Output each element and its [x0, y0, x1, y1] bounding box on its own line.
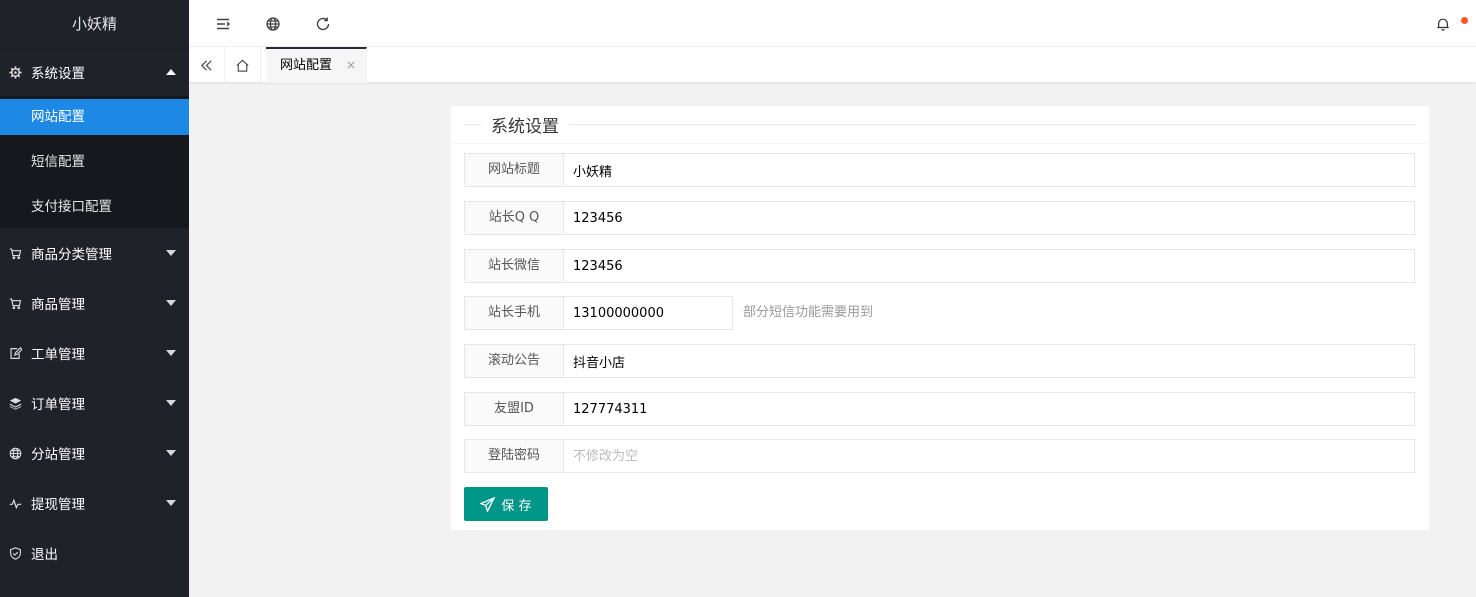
- tabs-left-icon[interactable]: [189, 47, 225, 83]
- sidebar-item-label: 商品管理: [31, 297, 85, 313]
- pulse-icon: [8, 496, 22, 510]
- fieldset-title: 系统设置: [481, 112, 569, 137]
- sidebar-subitem-site-config[interactable]: 网站配置: [0, 99, 189, 135]
- cart-icon: [8, 246, 22, 260]
- form-row-phone: 站长手机 部分短信功能需要用到: [464, 296, 873, 330]
- field-label: 登陆密码: [464, 439, 563, 473]
- umeng-id-input[interactable]: [563, 392, 1415, 426]
- sidebar-item-label: 工单管理: [31, 347, 85, 363]
- chevron-up-icon: [166, 69, 176, 75]
- field-label: 站长微信: [464, 249, 563, 283]
- shield-icon: [8, 546, 22, 560]
- save-button[interactable]: 保 存: [464, 487, 548, 521]
- sidebar-item-logout[interactable]: 退出: [0, 528, 189, 578]
- settings-card: 系统设置 网站标题 站长Q Q 站长微信 站长手机 部分短信功能需要用到 滚动公…: [451, 106, 1429, 530]
- chevron-down-icon: [166, 400, 176, 406]
- password-input[interactable]: [563, 439, 1415, 473]
- tabs-bar: 网站配置 ×: [189, 47, 1476, 83]
- bell-icon[interactable]: [1436, 17, 1450, 31]
- chevron-down-icon: [166, 450, 176, 456]
- send-icon: [480, 496, 496, 512]
- chevron-down-icon: [166, 500, 176, 506]
- top-header: [189, 0, 1476, 47]
- sidebar-subitem-payment-config[interactable]: 支付接口配置: [0, 189, 189, 228]
- phone-hint: 部分短信功能需要用到: [743, 305, 874, 320]
- sidebar: 小妖精 系统设置 网站配置 短信配置 支付接口配置 商品分类管理 商品管理 工单…: [0, 0, 189, 597]
- form-row-qq: 站长Q Q: [464, 201, 1415, 235]
- qq-input[interactable]: [563, 201, 1415, 235]
- sidebar-item-withdraw-management[interactable]: 提现管理: [0, 478, 189, 528]
- globe-icon[interactable]: [265, 16, 281, 32]
- form-row-site-title: 网站标题: [464, 153, 1415, 187]
- field-label: 网站标题: [464, 153, 563, 187]
- close-icon[interactable]: ×: [346, 49, 356, 82]
- fieldset-line: [464, 124, 1416, 125]
- sidebar-item-label: 系统设置: [31, 66, 85, 82]
- gear-icon: [8, 65, 22, 79]
- wechat-input[interactable]: [563, 249, 1415, 283]
- globe-icon: [8, 446, 22, 460]
- chevron-down-icon: [166, 350, 176, 356]
- sidebar-item-label: 订单管理: [31, 397, 85, 413]
- notice-input[interactable]: [563, 344, 1415, 378]
- refresh-icon[interactable]: [315, 16, 331, 32]
- phone-input[interactable]: [563, 296, 733, 330]
- form-row-wechat: 站长微信: [464, 249, 1415, 283]
- sidebar-subnav: 网站配置 短信配置 支付接口配置: [0, 96, 189, 228]
- sidebar-item-label: 分站管理: [31, 447, 85, 463]
- divider: [451, 143, 1429, 144]
- tab-label: 网站配置: [280, 58, 333, 73]
- chevron-down-icon: [166, 300, 176, 306]
- edit-icon: [8, 346, 22, 360]
- notification-dot: [1461, 17, 1468, 24]
- form-row-umeng-id: 友盟ID: [464, 392, 1415, 426]
- field-label: 站长Q Q: [464, 201, 563, 235]
- sidebar-item-label: 退出: [31, 547, 58, 563]
- home-icon[interactable]: [225, 47, 261, 83]
- sidebar-item-order-management[interactable]: 订单管理: [0, 378, 189, 428]
- form-row-password: 登陆密码: [464, 439, 1415, 473]
- sidebar-item-system-settings[interactable]: 系统设置: [0, 48, 189, 96]
- tab-site-config[interactable]: 网站配置 ×: [266, 47, 367, 83]
- field-label: 站长手机: [464, 296, 563, 330]
- logo[interactable]: 小妖精: [0, 0, 189, 48]
- sidebar-item-substation-management[interactable]: 分站管理: [0, 428, 189, 478]
- field-label: 滚动公告: [464, 344, 563, 378]
- cart-icon: [8, 296, 22, 310]
- save-label: 保 存: [501, 498, 532, 514]
- form-row-notice: 滚动公告: [464, 344, 1415, 378]
- layers-icon: [8, 396, 22, 410]
- sidebar-item-category-management[interactable]: 商品分类管理: [0, 228, 189, 278]
- field-label: 友盟ID: [464, 392, 563, 426]
- sidebar-subitem-sms-config[interactable]: 短信配置: [0, 144, 189, 180]
- site-title-input[interactable]: [563, 153, 1415, 187]
- sidebar-item-label: 商品分类管理: [31, 247, 112, 263]
- sidebar-item-product-management[interactable]: 商品管理: [0, 278, 189, 328]
- sidebar-item-ticket-management[interactable]: 工单管理: [0, 328, 189, 378]
- sidebar-item-label: 提现管理: [31, 497, 85, 513]
- chevron-down-icon: [166, 250, 176, 256]
- menu-toggle-icon[interactable]: [215, 16, 231, 32]
